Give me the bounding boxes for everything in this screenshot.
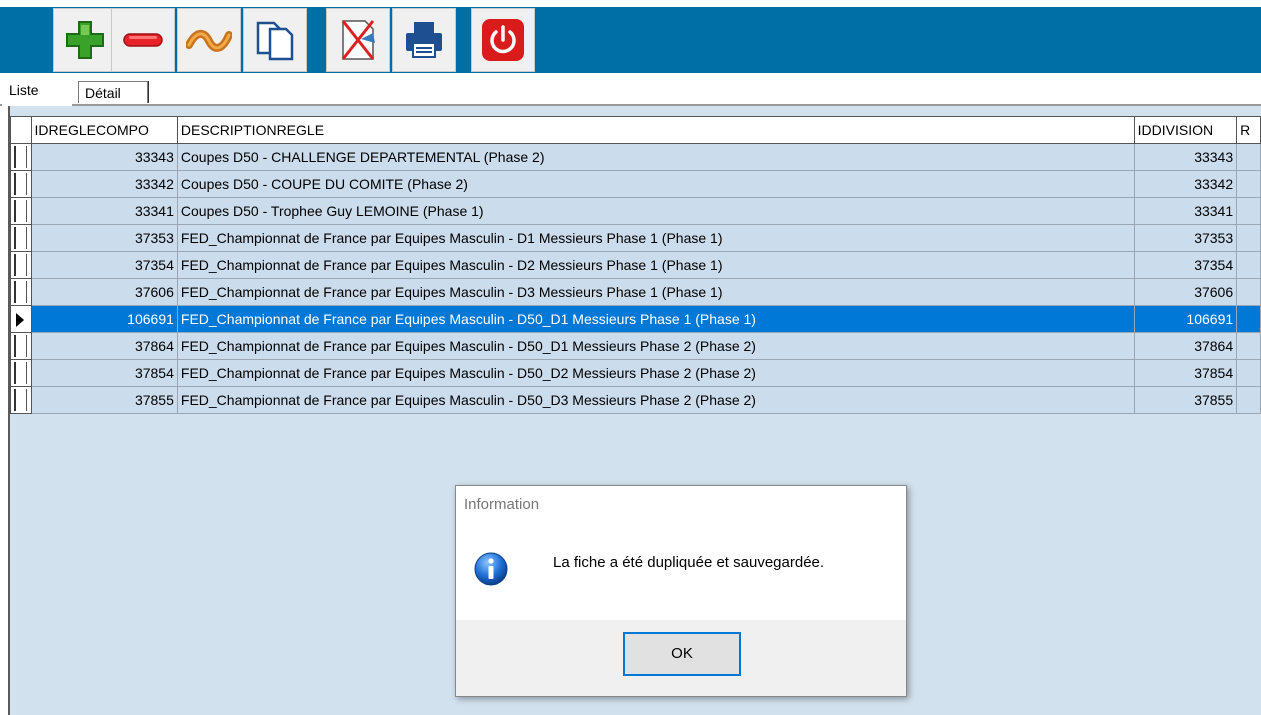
dialog-title: Information xyxy=(456,486,906,524)
row-selector[interactable] xyxy=(10,170,32,198)
ok-button[interactable]: OK xyxy=(623,632,741,676)
wave-icon xyxy=(186,30,232,52)
row-selector[interactable] xyxy=(10,251,32,279)
cell-id: 106691 xyxy=(30,305,178,333)
plus-icon xyxy=(66,21,104,59)
cell-r xyxy=(1236,278,1261,306)
cell-division: 37353 xyxy=(1133,224,1238,252)
cell-description: FED_Championnat de France par Equipes Ma… xyxy=(176,359,1135,387)
cell-division: 33343 xyxy=(1133,143,1238,171)
table-row[interactable]: 37854 FED_Championnat de France par Equi… xyxy=(10,359,1261,387)
cell-id: 37855 xyxy=(30,386,178,414)
cell-description: Coupes D50 - CHALLENGE DEPARTEMENTAL (Ph… xyxy=(176,143,1135,171)
row-selector[interactable] xyxy=(10,224,32,252)
cancel-edit-button[interactable] xyxy=(326,8,390,72)
cell-r xyxy=(1236,170,1261,198)
table-header-row: IDREGLECOMPO DESCRIPTIONREGLE IDDIVISION… xyxy=(10,116,1261,144)
column-header-descriptionregle[interactable]: DESCRIPTIONREGLE xyxy=(176,116,1135,144)
cell-description: FED_Championnat de France par Equipes Ma… xyxy=(176,305,1135,333)
cell-id: 33342 xyxy=(30,170,178,198)
table-row[interactable]: 37354 FED_Championnat de France par Equi… xyxy=(10,251,1261,279)
row-selector[interactable] xyxy=(10,197,32,225)
row-selector-current[interactable] xyxy=(10,305,32,333)
cell-division: 37864 xyxy=(1133,332,1238,360)
print-button[interactable] xyxy=(392,8,456,72)
cell-description: FED_Championnat de France par Equipes Ma… xyxy=(176,332,1135,360)
cell-id: 37353 xyxy=(30,224,178,252)
table-row-selected[interactable]: 106691 FED_Championnat de France par Equ… xyxy=(10,305,1261,333)
cell-id: 37354 xyxy=(30,251,178,279)
cell-id: 37864 xyxy=(30,332,178,360)
power-icon xyxy=(482,19,524,61)
cell-division: 37854 xyxy=(1133,359,1238,387)
duplicate-button[interactable] xyxy=(243,8,307,72)
cell-description: FED_Championnat de France par Equipes Ma… xyxy=(176,278,1135,306)
row-selector[interactable] xyxy=(10,278,32,306)
tab-bar: Liste Détail xyxy=(0,73,1261,106)
cancel-edit-icon xyxy=(341,20,375,60)
delete-button[interactable] xyxy=(111,8,175,72)
cell-description: Coupes D50 - Trophee Guy LEMOINE (Phase … xyxy=(176,197,1135,225)
cell-r xyxy=(1236,332,1261,360)
cell-r xyxy=(1236,359,1261,387)
cell-description: FED_Championnat de France par Equipes Ma… xyxy=(176,251,1135,279)
row-selector[interactable] xyxy=(10,359,32,387)
table-row[interactable]: 33343 Coupes D50 - CHALLENGE DEPARTEMENT… xyxy=(10,143,1261,171)
cell-id: 33343 xyxy=(30,143,178,171)
cell-r xyxy=(1236,143,1261,171)
printer-icon xyxy=(406,22,442,58)
copy-icon xyxy=(256,21,294,61)
cell-division: 33342 xyxy=(1133,170,1238,198)
cell-r xyxy=(1236,305,1261,333)
information-dialog: Information La fiche a été dupliquée et … xyxy=(455,485,907,697)
rules-table: IDREGLECOMPO DESCRIPTIONREGLE IDDIVISION… xyxy=(10,116,1261,414)
cell-division: 37855 xyxy=(1133,386,1238,414)
column-header-r[interactable]: R xyxy=(1236,116,1261,144)
info-icon xyxy=(474,552,508,586)
add-button[interactable] xyxy=(53,8,117,72)
cell-r xyxy=(1236,224,1261,252)
table-row[interactable]: 37353 FED_Championnat de France par Equi… xyxy=(10,224,1261,252)
cell-division: 106691 xyxy=(1133,305,1238,333)
cell-division: 37606 xyxy=(1133,278,1238,306)
cell-description: Coupes D50 - COUPE DU COMITE (Phase 2) xyxy=(176,170,1135,198)
column-header-idreglecompo[interactable]: IDREGLECOMPO xyxy=(30,116,178,144)
current-row-arrow-icon xyxy=(16,313,24,327)
table-row[interactable]: 37864 FED_Championnat de France par Equi… xyxy=(10,332,1261,360)
cell-r xyxy=(1236,386,1261,414)
column-header-iddivision[interactable]: IDDIVISION xyxy=(1133,116,1238,144)
cell-r xyxy=(1236,251,1261,279)
dialog-body: La fiche a été dupliquée et sauvegardée. xyxy=(456,524,906,620)
table-row[interactable]: 33342 Coupes D50 - COUPE DU COMITE (Phas… xyxy=(10,170,1261,198)
cell-division: 37354 xyxy=(1133,251,1238,279)
row-selector[interactable] xyxy=(10,386,32,414)
tab-detail[interactable]: Détail xyxy=(78,81,148,103)
minus-icon xyxy=(123,33,163,47)
cell-id: 37854 xyxy=(30,359,178,387)
table-row[interactable]: 37606 FED_Championnat de France par Equi… xyxy=(10,278,1261,306)
cell-division: 33341 xyxy=(1133,197,1238,225)
row-selector[interactable] xyxy=(10,332,32,360)
app-window: Liste Détail IDREGLECOMPO DESCRIPTIONREG… xyxy=(0,0,1261,715)
table-row[interactable]: 33341 Coupes D50 - Trophee Guy LEMOINE (… xyxy=(10,197,1261,225)
cell-id: 33341 xyxy=(30,197,178,225)
table-row[interactable]: 37855 FED_Championnat de France par Equi… xyxy=(10,386,1261,414)
cell-r xyxy=(1236,197,1261,225)
cell-id: 37606 xyxy=(30,278,178,306)
row-selector[interactable] xyxy=(10,143,32,171)
dialog-message: La fiche a été dupliquée et sauvegardée. xyxy=(553,554,825,571)
cell-description: FED_Championnat de France par Equipes Ma… xyxy=(176,386,1135,414)
tab-liste[interactable]: Liste xyxy=(2,78,72,106)
quit-button[interactable] xyxy=(471,8,535,72)
row-header-corner xyxy=(10,116,32,144)
toolbar xyxy=(0,7,1261,73)
modify-button[interactable] xyxy=(177,8,241,72)
cell-description: FED_Championnat de France par Equipes Ma… xyxy=(176,224,1135,252)
